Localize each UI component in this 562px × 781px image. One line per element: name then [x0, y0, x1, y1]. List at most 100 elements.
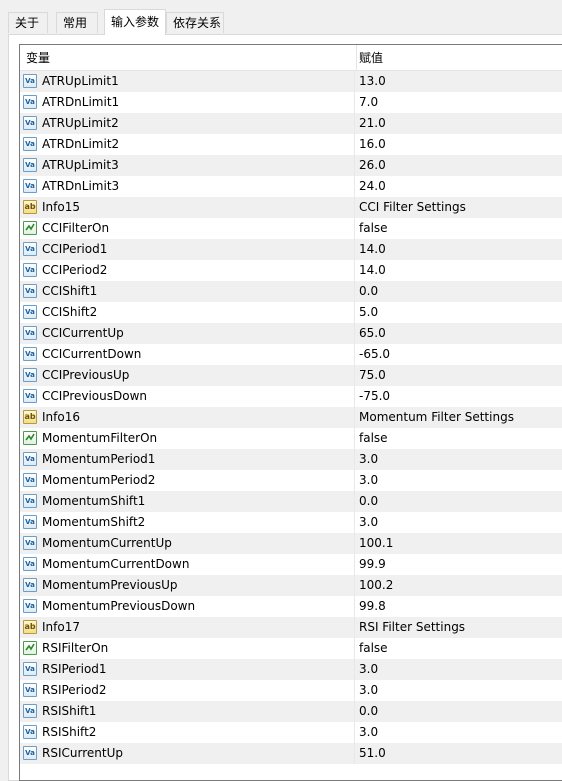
value-cell[interactable]: 26.0 — [355, 155, 562, 176]
table-row[interactable]: Va MomentumPeriod2 3.0 — [20, 470, 562, 491]
table-row[interactable]: Va RSICurrentUp 51.0 — [20, 743, 562, 764]
value-cell[interactable]: 14.0 — [355, 239, 562, 260]
variable-cell[interactable]: Va MomentumPeriod1 — [20, 449, 355, 470]
table-row[interactable]: ab Info15 CCI Filter Settings — [20, 197, 562, 218]
table-row[interactable]: Va ATRDnLimit2 16.0 — [20, 134, 562, 155]
table-row[interactable]: Va MomentumPreviousDown 99.8 — [20, 596, 562, 617]
table-row[interactable]: Va CCIPreviousDown -75.0 — [20, 386, 562, 407]
variable-cell[interactable]: Va ATRDnLimit2 — [20, 134, 355, 155]
variable-cell[interactable]: Va CCIShift1 — [20, 281, 355, 302]
tab-dependencies[interactable]: 依存关系 — [166, 12, 224, 33]
variable-cell[interactable]: RSIFilterOn — [20, 638, 355, 659]
variable-cell[interactable]: Va RSICurrentUp — [20, 743, 355, 764]
table-row[interactable]: Va RSIPeriod1 3.0 — [20, 659, 562, 680]
table-row[interactable]: Va CCIPeriod1 14.0 — [20, 239, 562, 260]
value-cell[interactable]: 100.1 — [355, 533, 562, 554]
table-row[interactable]: Va ATRUpLimit3 26.0 — [20, 155, 562, 176]
variable-cell[interactable]: Va MomentumShift1 — [20, 491, 355, 512]
column-header-variable[interactable]: 变量 — [20, 45, 357, 70]
value-cell[interactable]: 24.0 — [355, 176, 562, 197]
value-cell[interactable]: 3.0 — [355, 722, 562, 743]
variable-cell[interactable]: Va CCIPreviousUp — [20, 365, 355, 386]
table-row[interactable]: RSIFilterOn false — [20, 638, 562, 659]
tab-about[interactable]: 关于 — [8, 12, 48, 33]
table-row[interactable]: Va CCIShift2 5.0 — [20, 302, 562, 323]
value-cell[interactable]: 3.0 — [355, 470, 562, 491]
value-cell[interactable]: 7.0 — [355, 92, 562, 113]
variable-cell[interactable]: Va RSIShift2 — [20, 722, 355, 743]
table-row[interactable]: CCIFilterOn false — [20, 218, 562, 239]
variable-cell[interactable]: Va CCICurrentDown — [20, 344, 355, 365]
variable-cell[interactable]: ab Info17 — [20, 617, 355, 638]
value-cell[interactable]: 0.0 — [355, 491, 562, 512]
variable-cell[interactable]: MomentumFilterOn — [20, 428, 355, 449]
value-cell[interactable]: 3.0 — [355, 659, 562, 680]
table-row[interactable]: Va MomentumShift2 3.0 — [20, 512, 562, 533]
value-cell[interactable]: CCI Filter Settings — [355, 197, 562, 218]
variable-cell[interactable]: Va ATRUpLimit1 — [20, 71, 355, 92]
value-cell[interactable]: 0.0 — [355, 701, 562, 722]
table-row[interactable]: Va RSIShift2 3.0 — [20, 722, 562, 743]
table-row[interactable]: Va CCIShift1 0.0 — [20, 281, 562, 302]
variable-cell[interactable]: Va RSIPeriod2 — [20, 680, 355, 701]
value-cell[interactable]: 3.0 — [355, 512, 562, 533]
variable-cell[interactable]: Va MomentumShift2 — [20, 512, 355, 533]
value-cell[interactable]: 65.0 — [355, 323, 562, 344]
table-row[interactable]: Va RSIShift1 0.0 — [20, 701, 562, 722]
variable-cell[interactable]: Va ATRUpLimit3 — [20, 155, 355, 176]
value-cell[interactable]: Momentum Filter Settings — [355, 407, 562, 428]
value-cell[interactable]: 0.0 — [355, 281, 562, 302]
variable-cell[interactable]: Va MomentumCurrentDown — [20, 554, 355, 575]
table-row[interactable]: ab Info16 Momentum Filter Settings — [20, 407, 562, 428]
value-cell[interactable]: false — [355, 428, 562, 449]
table-row[interactable]: Va ATRUpLimit2 21.0 — [20, 113, 562, 134]
tab-common[interactable]: 常用 — [56, 12, 98, 33]
table-row[interactable]: Va CCIPreviousUp 75.0 — [20, 365, 562, 386]
table-row[interactable]: Va ATRUpLimit1 13.0 — [20, 71, 562, 92]
value-cell[interactable]: 16.0 — [355, 134, 562, 155]
tab-inputs[interactable]: 输入参数 — [104, 9, 166, 35]
variable-cell[interactable]: ab Info15 — [20, 197, 355, 218]
table-row[interactable]: Va MomentumCurrentUp 100.1 — [20, 533, 562, 554]
value-cell[interactable]: RSI Filter Settings — [355, 617, 562, 638]
variable-cell[interactable]: Va CCIShift2 — [20, 302, 355, 323]
value-cell[interactable]: -75.0 — [355, 386, 562, 407]
table-row[interactable]: Va ATRDnLimit1 7.0 — [20, 92, 562, 113]
table-row[interactable]: Va MomentumPreviousUp 100.2 — [20, 575, 562, 596]
value-cell[interactable]: false — [355, 638, 562, 659]
value-cell[interactable]: 100.2 — [355, 575, 562, 596]
variable-cell[interactable]: Va ATRUpLimit2 — [20, 113, 355, 134]
value-cell[interactable]: 21.0 — [355, 113, 562, 134]
value-cell[interactable]: 5.0 — [355, 302, 562, 323]
table-row[interactable]: Va MomentumPeriod1 3.0 — [20, 449, 562, 470]
variable-cell[interactable]: ab Info16 — [20, 407, 355, 428]
table-row[interactable]: Va CCIPeriod2 14.0 — [20, 260, 562, 281]
value-cell[interactable]: 14.0 — [355, 260, 562, 281]
variable-cell[interactable]: Va ATRDnLimit3 — [20, 176, 355, 197]
column-header-value[interactable]: 赋值 — [355, 45, 559, 70]
variable-cell[interactable]: Va RSIShift1 — [20, 701, 355, 722]
variable-cell[interactable]: CCIFilterOn — [20, 218, 355, 239]
value-cell[interactable]: 51.0 — [355, 743, 562, 764]
variable-cell[interactable]: Va MomentumPeriod2 — [20, 470, 355, 491]
value-cell[interactable]: 99.8 — [355, 596, 562, 617]
table-row[interactable]: Va CCICurrentDown -65.0 — [20, 344, 562, 365]
table-row[interactable]: Va CCICurrentUp 65.0 — [20, 323, 562, 344]
variable-cell[interactable]: Va CCIPreviousDown — [20, 386, 355, 407]
table-row[interactable]: Va RSIPeriod2 3.0 — [20, 680, 562, 701]
variable-cell[interactable]: Va ATRDnLimit1 — [20, 92, 355, 113]
variable-cell[interactable]: Va MomentumPreviousUp — [20, 575, 355, 596]
table-row[interactable]: MomentumFilterOn false — [20, 428, 562, 449]
value-cell[interactable]: -65.0 — [355, 344, 562, 365]
value-cell[interactable]: 99.9 — [355, 554, 562, 575]
value-cell[interactable]: false — [355, 218, 562, 239]
variable-cell[interactable]: Va CCIPeriod2 — [20, 260, 355, 281]
variable-cell[interactable]: Va CCICurrentUp — [20, 323, 355, 344]
variable-cell[interactable]: Va RSIPeriod1 — [20, 659, 355, 680]
value-cell[interactable]: 3.0 — [355, 680, 562, 701]
variable-cell[interactable]: Va MomentumCurrentUp — [20, 533, 355, 554]
value-cell[interactable]: 13.0 — [355, 71, 562, 92]
value-cell[interactable]: 3.0 — [355, 449, 562, 470]
variable-cell[interactable]: Va MomentumPreviousDown — [20, 596, 355, 617]
table-row[interactable]: Va MomentumShift1 0.0 — [20, 491, 562, 512]
